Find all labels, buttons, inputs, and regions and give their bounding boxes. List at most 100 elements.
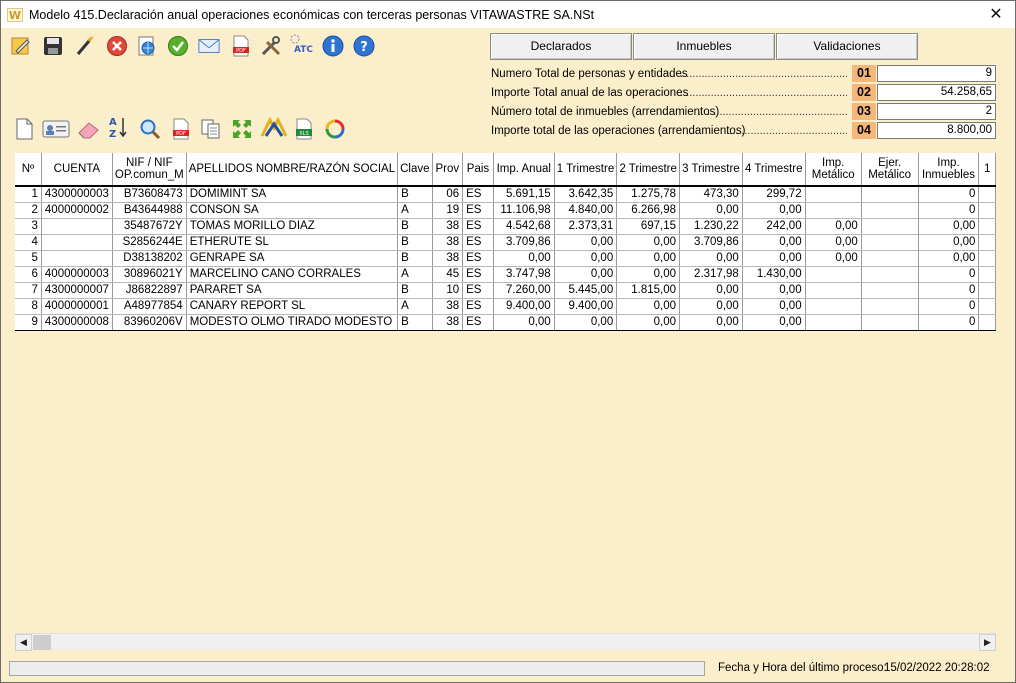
cuenta-cell[interactable] xyxy=(41,250,113,267)
nombre-cell[interactable]: DOMIMINT SA xyxy=(186,186,399,203)
nombre-cell[interactable]: GENRAPE SA xyxy=(186,250,399,267)
ejer-metalico-cell[interactable] xyxy=(861,314,919,331)
col-header-cuenta[interactable]: CUENTA xyxy=(41,153,113,187)
cuenta-cell[interactable] xyxy=(41,218,113,235)
nif-cell[interactable]: A48977854 xyxy=(112,298,187,315)
pais-cell[interactable]: ES xyxy=(462,202,494,219)
trimestre-3-cell[interactable]: 0,00 xyxy=(679,298,743,315)
pais-cell[interactable]: ES xyxy=(462,234,494,251)
tab-validaciones-button[interactable]: Validaciones xyxy=(776,33,918,60)
ejer-metalico-cell[interactable] xyxy=(861,218,919,235)
close-button[interactable]: ✕ xyxy=(981,3,1011,25)
ejer-metalico-cell[interactable] xyxy=(861,266,919,283)
cuenta-cell[interactable]: 4300000008 xyxy=(41,314,113,331)
clave-cell[interactable]: B xyxy=(397,234,433,251)
imp-metalico-cell[interactable] xyxy=(805,298,862,315)
nif-cell[interactable]: 30896021Y xyxy=(112,266,187,283)
imp-anual-cell[interactable]: 9.400,00 xyxy=(493,298,555,315)
col-header-clave[interactable]: Clave xyxy=(397,153,433,187)
aeat-logo-icon[interactable] xyxy=(260,116,288,139)
nif-cell[interactable]: B73608473 xyxy=(112,186,187,203)
table-row[interactable]: 7 4300000007 J86822897 PARARET SA B 10 ES 7.260… xyxy=(15,282,996,299)
imp-inmuebles-cell[interactable]: 0 xyxy=(918,314,980,331)
imp-metalico-cell[interactable] xyxy=(805,202,862,219)
imp-inmuebles-cell[interactable]: 0,00 xyxy=(918,218,980,235)
imp-inmuebles-cell[interactable]: 0,00 xyxy=(918,234,980,251)
row-number[interactable]: 2 xyxy=(15,202,42,219)
row-number[interactable]: 1 xyxy=(15,186,42,203)
table-row[interactable]: 9 4300000008 83960206V MODESTO OLMO TIRADO … xyxy=(15,314,996,331)
scroll-left-button[interactable]: ◀ xyxy=(15,634,32,651)
table-row[interactable]: 8 4000000001 A48977854 CANARY REPORT SL A 38 E… xyxy=(15,298,996,315)
clave-cell[interactable]: B xyxy=(397,314,433,331)
imp-anual-cell[interactable]: 4.542,68 xyxy=(493,218,555,235)
cuenta-cell[interactable]: 4000000001 xyxy=(41,298,113,315)
nif-cell[interactable]: J86822897 xyxy=(112,282,187,299)
imp-metalico-cell[interactable]: 0,00 xyxy=(805,218,862,235)
nif-cell[interactable]: 83960206V xyxy=(112,314,187,331)
trimestre-2-cell[interactable]: 697,15 xyxy=(616,218,681,235)
prov-cell[interactable]: 19 xyxy=(432,202,464,219)
pais-cell[interactable]: ES xyxy=(462,266,494,283)
extra-cell[interactable] xyxy=(978,282,996,299)
email-icon[interactable] xyxy=(198,35,220,57)
ejer-metalico-cell[interactable] xyxy=(861,250,919,267)
cuenta-cell[interactable]: 4000000002 xyxy=(41,202,113,219)
cuenta-cell[interactable]: 4300000007 xyxy=(41,282,113,299)
row-number[interactable]: 9 xyxy=(15,314,42,331)
trimestre-2-cell[interactable]: 6.266,98 xyxy=(616,202,681,219)
trimestre-1-cell[interactable]: 4.840,00 xyxy=(554,202,618,219)
table-row[interactable]: 2 4000000002 B43644988 CONSON SA A 19 ES 11.106… xyxy=(15,202,996,219)
pais-cell[interactable]: ES xyxy=(462,298,494,315)
trimestre-2-cell[interactable]: 0,00 xyxy=(616,298,681,315)
prov-cell[interactable]: 38 xyxy=(432,218,464,235)
cancel-icon[interactable] xyxy=(106,35,128,57)
trimestre-1-cell[interactable]: 5.445,00 xyxy=(554,282,618,299)
ejer-metalico-cell[interactable] xyxy=(861,298,919,315)
prov-cell[interactable]: 38 xyxy=(432,314,464,331)
clave-cell[interactable]: A xyxy=(397,266,433,283)
table-row[interactable]: 4 S2856244E ETHERUTE SL B 38 ES 3.709,86 0,00 0,… xyxy=(15,234,996,251)
trimestre-2-cell[interactable]: 1.815,00 xyxy=(616,282,681,299)
trimestre-4-cell[interactable]: 0,00 xyxy=(742,234,806,251)
imp-inmuebles-cell[interactable]: 0 xyxy=(918,202,980,219)
table-row[interactable]: 3 35487672Y TOMAS MORILLO DIAZ B 38 ES 4.542,6… xyxy=(15,218,996,235)
nombre-cell[interactable]: CANARY REPORT SL xyxy=(186,298,399,315)
col-header-metalico[interactable]: Imp. Metálico xyxy=(805,153,862,187)
ejer-metalico-cell[interactable] xyxy=(861,202,919,219)
cuenta-cell[interactable]: 4300000003 xyxy=(41,186,113,203)
nif-cell[interactable]: B43644988 xyxy=(112,202,187,219)
excel-icon[interactable]: XLS xyxy=(293,118,315,140)
imp-inmuebles-cell[interactable]: 0 xyxy=(918,298,980,315)
trimestre-3-cell[interactable]: 473,30 xyxy=(679,186,743,203)
pdf-icon[interactable]: PDF xyxy=(230,35,252,57)
prov-cell[interactable]: 45 xyxy=(432,266,464,283)
col-header-t3[interactable]: 3 Trimestre xyxy=(679,153,743,187)
cuenta-cell[interactable]: 4000000003 xyxy=(41,266,113,283)
table-row[interactable]: 6 4000000003 30896021Y MARCELINO CANO CORRA… xyxy=(15,266,996,283)
clave-cell[interactable]: A xyxy=(397,202,433,219)
row-number[interactable]: 7 xyxy=(15,282,42,299)
pais-cell[interactable]: ES xyxy=(462,282,494,299)
imp-metalico-cell[interactable] xyxy=(805,186,862,203)
trimestre-4-cell[interactable]: 299,72 xyxy=(742,186,806,203)
extra-cell[interactable] xyxy=(978,266,996,283)
extra-cell[interactable] xyxy=(978,250,996,267)
extra-cell[interactable] xyxy=(978,218,996,235)
imp-metalico-cell[interactable]: 0,00 xyxy=(805,250,862,267)
trimestre-4-cell[interactable]: 242,00 xyxy=(742,218,806,235)
imp-anual-cell[interactable]: 0,00 xyxy=(493,314,555,331)
trimestre-2-cell[interactable]: 0,00 xyxy=(616,314,681,331)
trimestre-4-cell[interactable]: 1.430,00 xyxy=(742,266,806,283)
trimestre-4-cell[interactable]: 0,00 xyxy=(742,314,806,331)
col-header-t1[interactable]: 1 Trimestre xyxy=(554,153,618,187)
imp-anual-cell[interactable]: 11.106,98 xyxy=(493,202,555,219)
col-header-inmuebles[interactable]: Imp. Inmuebles xyxy=(918,153,980,187)
col-header-prov[interactable]: Prov xyxy=(432,153,464,187)
imp-anual-cell[interactable]: 0,00 xyxy=(493,250,555,267)
col-header-t2[interactable]: 2 Trimestre xyxy=(616,153,681,187)
clave-cell[interactable]: A xyxy=(397,298,433,315)
edit-note-icon[interactable] xyxy=(10,35,32,57)
clave-cell[interactable]: B xyxy=(397,250,433,267)
nif-cell[interactable]: 35487672Y xyxy=(112,218,187,235)
